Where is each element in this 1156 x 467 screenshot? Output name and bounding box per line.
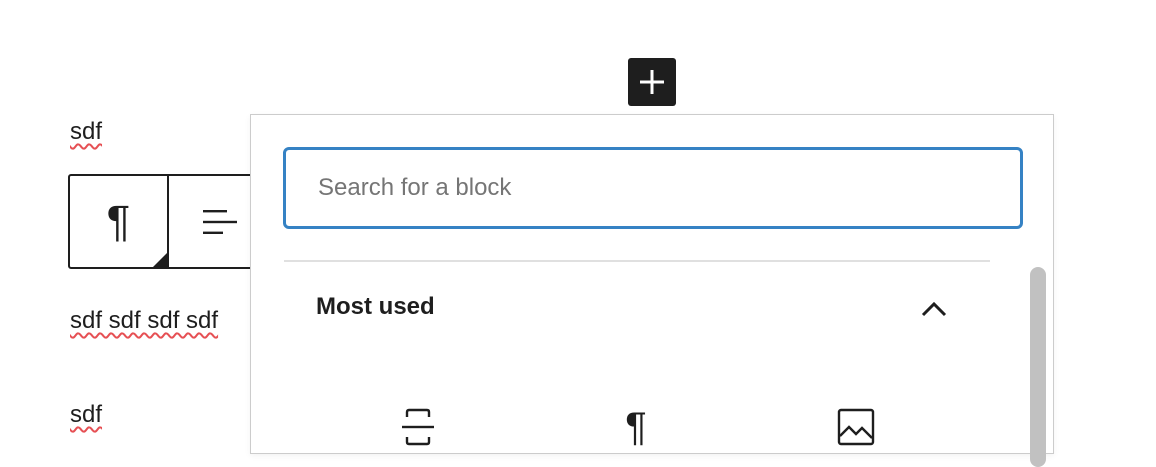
- block-item-image[interactable]: [832, 403, 880, 451]
- paragraph-block[interactable]: sdf: [70, 401, 102, 429]
- add-block-toggle-button[interactable]: [628, 58, 676, 106]
- block-toolbar: ¶: [68, 174, 268, 269]
- paragraph-block[interactable]: sdf sdf sdf sdf: [70, 307, 218, 335]
- image-icon: [837, 408, 875, 446]
- paragraph-icon: ¶: [625, 405, 647, 449]
- block-type-paragraph-button[interactable]: ¶: [70, 176, 169, 267]
- most-used-panel-toggle[interactable]: Most used: [284, 275, 990, 343]
- search-field: [283, 147, 1023, 229]
- block-inserter-popover: Most used ¶: [250, 114, 1054, 467]
- divider: [284, 260, 990, 262]
- plus-icon: [640, 70, 664, 94]
- panel-title: Most used: [316, 293, 435, 320]
- paragraph-block[interactable]: sdf: [70, 118, 102, 146]
- paragraph-text: sdf sdf sdf sdf: [70, 307, 219, 334]
- paragraph-icon: ¶: [106, 196, 131, 246]
- chevron-up-icon: [921, 301, 947, 317]
- search-input[interactable]: [286, 150, 1020, 226]
- separator-icon: [402, 408, 434, 446]
- block-item-paragraph[interactable]: ¶: [612, 403, 660, 451]
- block-item-separator[interactable]: [394, 403, 442, 451]
- block-switcher-indicator: [153, 253, 167, 267]
- align-left-icon: [202, 209, 237, 234]
- scrollbar[interactable]: [1030, 267, 1046, 467]
